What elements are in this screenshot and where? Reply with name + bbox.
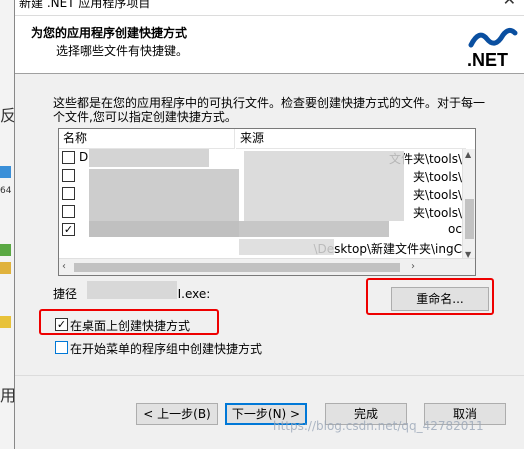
scroll-left-icon[interactable]: ‹ — [62, 261, 66, 272]
vertical-scrollbar[interactable]: ▲ ▼ — [462, 149, 475, 260]
row-checkbox[interactable] — [62, 151, 75, 164]
desktop-app-icon — [0, 166, 11, 178]
desktop-app-icon — [0, 244, 11, 256]
close-icon[interactable]: ✕ — [503, 0, 516, 9]
redacted-area — [89, 149, 209, 167]
highlight-rename — [366, 278, 494, 315]
watermark: https://blog.csdn.net/qq_42782011 — [273, 419, 484, 433]
divider — [15, 375, 524, 376]
row-checkbox[interactable] — [62, 169, 75, 182]
page-title: 为您的应用程序创建快捷方式 — [31, 26, 188, 40]
scroll-right-icon[interactable]: › — [411, 261, 415, 272]
redacted-area — [244, 151, 404, 221]
item-source: 夹\tools\ — [412, 206, 462, 220]
row-checkbox-checked[interactable]: ✓ — [62, 223, 75, 236]
redacted-area — [89, 221, 389, 237]
item-source: \Desktop\新建文件夹\ingC — [313, 242, 462, 256]
start-menu-shortcut-label: 在开始菜单的程序组中创建快捷方式 — [70, 342, 263, 356]
wizard-dialog: 新建 .NET 应用程序项目 ✕ 为您的应用程序创建快捷方式 选择哪些文件有快捷… — [14, 0, 524, 449]
column-header-name[interactable]: 名称 — [59, 129, 235, 149]
checkbox[interactable] — [55, 341, 68, 354]
horizontal-scroll-thumb[interactable] — [74, 263, 400, 272]
column-header-source[interactable]: 来源 — [236, 129, 466, 149]
window-title: 新建 .NET 应用程序项目 — [19, 0, 151, 10]
title-bar[interactable]: 新建 .NET 应用程序项目 ✕ — [15, 0, 524, 16]
row-checkbox[interactable] — [62, 205, 75, 218]
page-subtitle: 选择哪些文件有快捷键。 — [56, 44, 189, 58]
horizontal-scrollbar[interactable]: ‹ › — [59, 258, 475, 275]
desktop-app-icon — [0, 262, 11, 274]
highlight-desktop-option — [39, 309, 219, 335]
item-name: D — [79, 150, 89, 164]
wizard-header: 为您的应用程序创建快捷方式 选择哪些文件有快捷键。 .NET — [15, 16, 524, 74]
instructions-text: 这些都是在您的应用程序中的可执行文件。检查要创建快捷方式的文件。对于每一个文件,… — [53, 96, 486, 124]
item-source: 夹\tools\ — [412, 188, 462, 202]
redacted-area — [239, 239, 334, 255]
shortcut-label: 捷径 — [53, 287, 78, 301]
desktop-text-fragment: 64 — [0, 186, 12, 196]
vertical-scroll-thumb[interactable] — [465, 199, 474, 239]
redacted-area — [87, 281, 177, 299]
desktop-background: 反 64 用 — [0, 0, 16, 449]
item-source: 夹\tools\ — [412, 170, 462, 184]
item-source: oc — [448, 222, 462, 236]
row-checkbox[interactable] — [62, 187, 75, 200]
executables-list[interactable]: 名称 来源 D 文件夹\tools\ 夹\tools\ 夹\tools\ 夹\t… — [58, 128, 476, 276]
back-button[interactable]: < 上一步(B) — [136, 403, 218, 425]
dotnet-logo-icon: .NET — [467, 27, 518, 69]
desktop-app-icon — [0, 316, 11, 328]
scroll-up-icon[interactable]: ▲ — [465, 150, 471, 159]
logo-text: .NET — [467, 50, 508, 69]
